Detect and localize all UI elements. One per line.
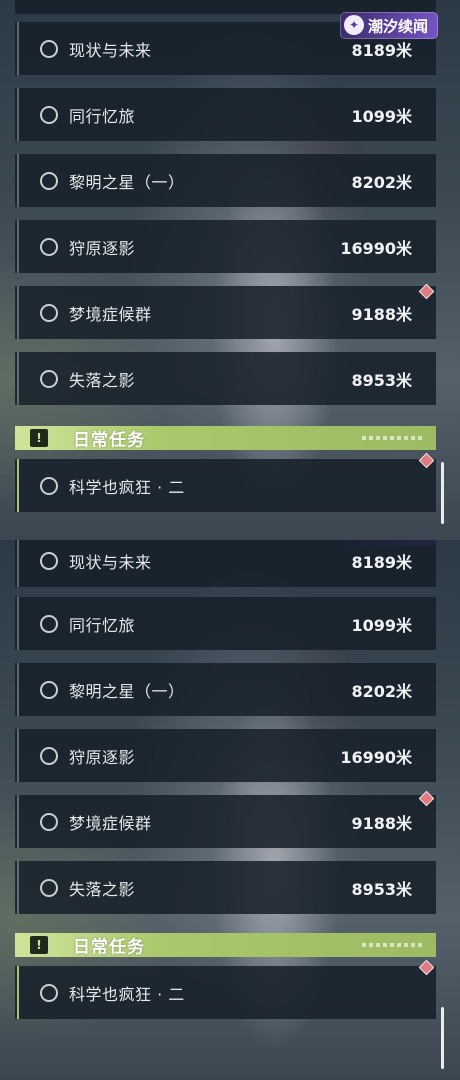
watermark-badge: ✦ 潮汐续闻 bbox=[340, 12, 438, 39]
radio-circle-icon[interactable] bbox=[40, 983, 58, 1002]
quest-name: 梦境症候群 bbox=[69, 304, 152, 324]
scrollbar[interactable] bbox=[441, 1007, 444, 1069]
quest-name: 黎明之星（一） bbox=[69, 172, 185, 192]
header-decoration bbox=[362, 436, 422, 440]
quest-name: 同行忆旅 bbox=[69, 615, 136, 635]
quest-name: 科学也疯狂 · 二 bbox=[69, 984, 185, 1004]
radio-circle-icon[interactable] bbox=[40, 878, 58, 897]
quest-panel-top: 现状与未来 8189米 同行忆旅 1099米 黎明之星（一） 8202米 狩原逐… bbox=[0, 0, 460, 540]
quest-name: 同行忆旅 bbox=[69, 106, 136, 126]
radio-circle-icon[interactable] bbox=[40, 614, 58, 633]
daily-section-header: ! 日常任务 bbox=[15, 933, 436, 958]
quest-distance: 9188米 bbox=[351, 304, 412, 324]
quest-item-3[interactable]: 狩原逐影 16990米 bbox=[15, 729, 436, 782]
header-decoration bbox=[362, 943, 422, 947]
quest-distance: 8953米 bbox=[351, 879, 412, 899]
quest-distance: 8202米 bbox=[351, 172, 412, 192]
quest-name: 科学也疯狂 · 二 bbox=[69, 477, 185, 497]
quest-item-4[interactable]: 梦境症候群 9188米 bbox=[15, 286, 436, 339]
quest-name: 黎明之星（一） bbox=[69, 681, 185, 701]
quest-distance: 1099米 bbox=[351, 615, 412, 635]
watermark-text: 潮汐续闻 bbox=[368, 17, 429, 35]
radio-circle-icon[interactable] bbox=[40, 39, 58, 58]
quest-distance: 1099米 bbox=[351, 106, 412, 126]
quest-item-3[interactable]: 狩原逐影 16990米 bbox=[15, 220, 436, 273]
quest-panel-bottom: 现状与未来 8189米 同行忆旅 1099米 黎明之星（一） 8202米 狩原逐… bbox=[0, 540, 460, 1080]
exclamation-badge-icon: ! bbox=[30, 936, 48, 954]
daily-quest-item-0[interactable]: 科学也疯狂 · 二 bbox=[15, 459, 436, 512]
quest-item-2[interactable]: 黎明之星（一） 8202米 bbox=[15, 663, 436, 716]
daily-section-title: 日常任务 bbox=[73, 937, 145, 958]
quest-item-5[interactable]: 失落之影 8953米 bbox=[15, 861, 436, 914]
quest-distance: 8189米 bbox=[351, 40, 412, 60]
radio-circle-icon[interactable] bbox=[40, 237, 58, 256]
quest-name: 梦境症候群 bbox=[69, 813, 152, 833]
radio-circle-icon[interactable] bbox=[40, 171, 58, 190]
radio-circle-icon[interactable] bbox=[40, 105, 58, 124]
radio-circle-icon[interactable] bbox=[40, 476, 58, 495]
quest-item-1[interactable]: 同行忆旅 1099米 bbox=[15, 597, 436, 650]
quest-distance: 16990米 bbox=[340, 747, 412, 767]
quest-name: 现状与未来 bbox=[69, 552, 152, 572]
quest-item-0[interactable]: 现状与未来 8189米 bbox=[15, 540, 436, 587]
quest-distance: 8953米 bbox=[351, 370, 412, 390]
quest-name: 失落之影 bbox=[69, 879, 136, 899]
radio-circle-icon[interactable] bbox=[40, 746, 58, 765]
radio-circle-icon[interactable] bbox=[40, 551, 58, 570]
quest-name: 狩原逐影 bbox=[69, 747, 136, 767]
quest-item-5[interactable]: 失落之影 8953米 bbox=[15, 352, 436, 405]
radio-circle-icon[interactable] bbox=[40, 369, 58, 388]
daily-quest-item-0[interactable]: 科学也疯狂 · 二 bbox=[15, 966, 436, 1019]
watermark-logo-icon: ✦ bbox=[344, 15, 364, 35]
quest-name: 失落之影 bbox=[69, 370, 136, 390]
radio-circle-icon[interactable] bbox=[40, 812, 58, 831]
quest-name: 狩原逐影 bbox=[69, 238, 136, 258]
exclamation-badge-icon: ! bbox=[30, 429, 48, 447]
quest-item-2[interactable]: 黎明之星（一） 8202米 bbox=[15, 154, 436, 207]
quest-distance: 8189米 bbox=[351, 552, 412, 572]
daily-section-title: 日常任务 bbox=[73, 430, 145, 451]
quest-item-4[interactable]: 梦境症候群 9188米 bbox=[15, 795, 436, 848]
quest-distance: 16990米 bbox=[340, 238, 412, 258]
radio-circle-icon[interactable] bbox=[40, 680, 58, 699]
quest-item-1[interactable]: 同行忆旅 1099米 bbox=[15, 88, 436, 141]
quest-name: 现状与未来 bbox=[69, 40, 152, 60]
radio-circle-icon[interactable] bbox=[40, 303, 58, 322]
quest-distance: 8202米 bbox=[351, 681, 412, 701]
daily-section-header: ! 日常任务 bbox=[15, 426, 436, 451]
quest-distance: 9188米 bbox=[351, 813, 412, 833]
scrollbar[interactable] bbox=[441, 462, 444, 524]
